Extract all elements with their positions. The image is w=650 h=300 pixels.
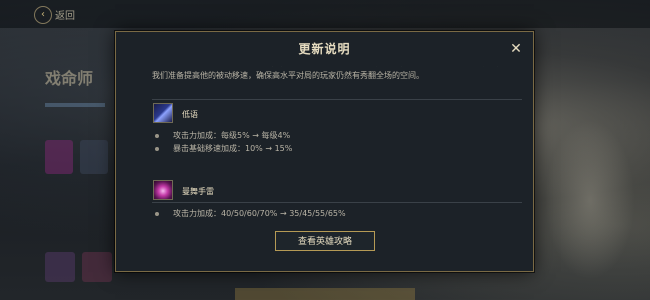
close-icon[interactable]: ✕ — [508, 41, 524, 57]
back-arrow-icon[interactable]: ‹ — [34, 6, 52, 24]
hero-subtitle-bar — [45, 103, 105, 107]
skin-thumbnail — [80, 140, 108, 174]
dialog-content[interactable]: 将在新手对局中的表现具有过于强势，因此我们计算削减他的部分伤害，降低他在团战中的… — [116, 66, 533, 271]
item-name: 低语 — [182, 110, 198, 119]
back-label: 返回 — [55, 11, 75, 22]
whisper-blade-icon — [153, 103, 173, 123]
update-notes-dialog: 更新说明 ✕ 将在新手对局中的表现具有过于强势，因此我们计算削减他的部分伤害，降… — [115, 31, 534, 272]
bullet — [155, 147, 159, 151]
hero-splash-art — [545, 120, 635, 280]
item-name: 曼舞手雷 — [182, 187, 214, 196]
skin-thumbnail — [45, 140, 73, 174]
intro-text: 将在新手对局中的表现具有过于强势，因此我们计算削减他的部分伤害，降低他在团战中的… — [152, 66, 520, 80]
dancing-grenade-icon — [153, 180, 173, 200]
ability-thumbnail — [45, 252, 75, 282]
divider — [152, 99, 522, 100]
top-bar — [0, 0, 650, 28]
bullet — [155, 134, 159, 138]
ability-thumbnail — [82, 252, 112, 282]
dialog-title: 更新说明 — [298, 42, 351, 56]
bottom-action-bar — [235, 288, 415, 300]
stat-line: 暴击基础移速加成：10% → 15% — [173, 144, 293, 153]
hero-name: 戏命师 — [45, 69, 94, 88]
stat-line: 攻击力加成：每级5% → 每级4% — [173, 131, 291, 140]
view-hero-guide-button[interactable]: 查看英雄攻略 — [275, 231, 375, 251]
stat-line: 攻击力加成：40/50/60/70% → 35/45/55/65% — [173, 209, 346, 218]
bullet — [155, 212, 159, 216]
divider — [152, 202, 522, 203]
